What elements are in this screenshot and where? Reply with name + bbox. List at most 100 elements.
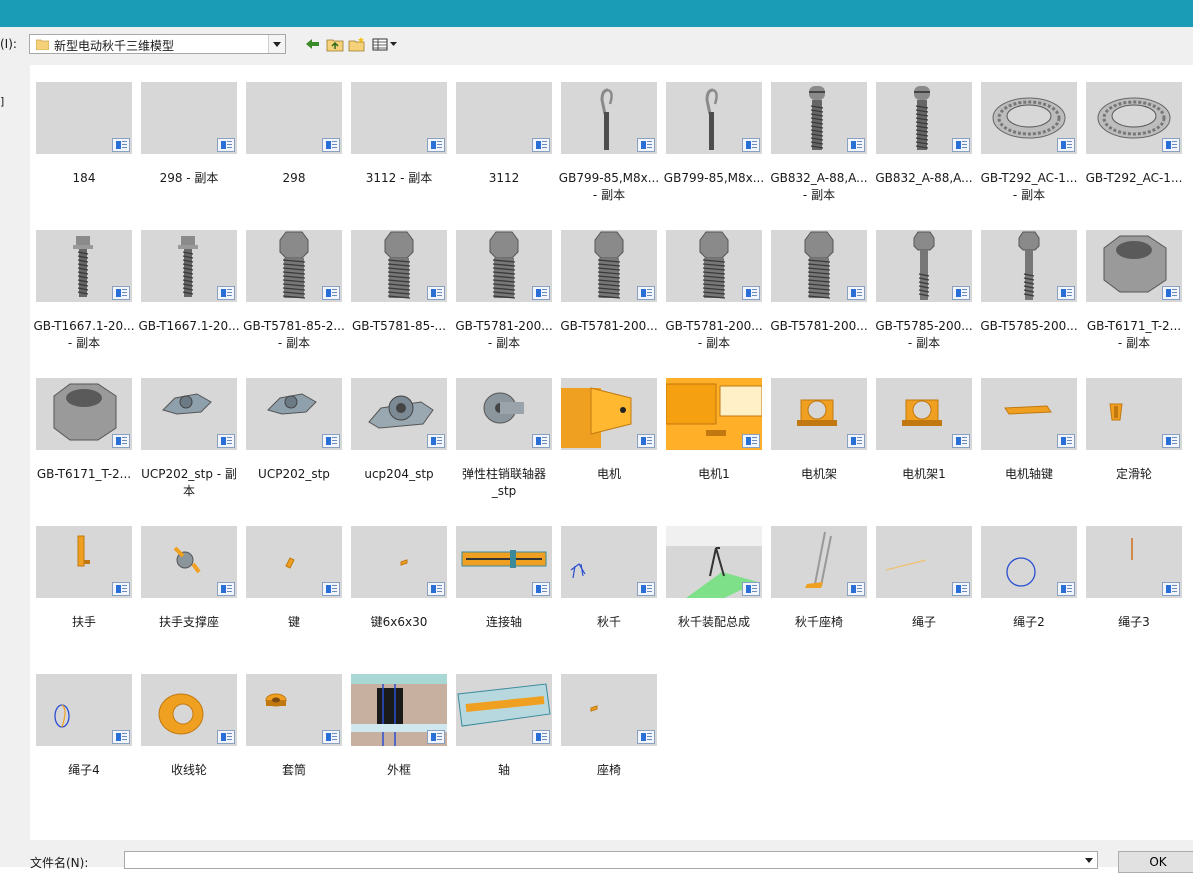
file-item[interactable]: GB-T292_AC-1... - 副本 <box>981 82 1077 222</box>
file-name: UCP202_stp <box>258 467 330 481</box>
file-item[interactable]: GB-T5781-85-... <box>351 230 447 370</box>
file-item[interactable]: 定滑轮 <box>1086 378 1182 518</box>
file-thumbnail <box>561 526 657 598</box>
file-item[interactable]: 套筒 <box>246 674 342 814</box>
file-name: GB799-85,M8x... <box>663 171 765 185</box>
file-name: 套筒 <box>281 763 306 777</box>
file-item[interactable]: 电机 <box>561 378 657 518</box>
file-item[interactable]: 连接轴 <box>456 526 552 666</box>
file-item[interactable]: 绳子3 <box>1086 526 1182 666</box>
file-thumbnail <box>141 230 237 302</box>
file-name: GB-T1667.1-20... <box>138 319 240 333</box>
file-item[interactable]: 外框 <box>351 674 447 814</box>
file-item[interactable]: GB-T5781-200... - 副本 <box>665 230 763 370</box>
file-item[interactable]: 298 <box>246 82 342 222</box>
file-item[interactable]: 秋千座椅 <box>771 526 867 666</box>
file-thumbnail <box>771 230 867 302</box>
places-bar-mark: ] <box>0 95 5 108</box>
file-thumbnail <box>141 82 237 154</box>
inventor-part-icon <box>217 730 235 744</box>
chevron-down-icon[interactable] <box>268 35 285 53</box>
file-name: 秋千座椅 <box>794 615 843 629</box>
file-item[interactable]: 绳子 <box>876 526 972 666</box>
file-name: 3112 <box>488 171 520 185</box>
file-item[interactable]: 键6x6x30 <box>351 526 447 666</box>
file-item[interactable]: 秋千 <box>561 526 657 666</box>
up-folder-icon[interactable] <box>326 36 344 53</box>
file-item[interactable]: GB-T6171_T-2... - 副本 <box>1086 230 1182 370</box>
ok-button[interactable]: OK <box>1118 851 1193 873</box>
file-item[interactable]: GB832_A-88,A... - 副本 <box>770 82 868 222</box>
file-item[interactable]: 3112 <box>456 82 552 222</box>
file-item[interactable]: 298 - 副本 <box>141 82 237 222</box>
inventor-part-icon <box>112 730 130 744</box>
file-item[interactable]: GB-T5785-200... <box>980 230 1078 370</box>
file-item[interactable]: UCP202_stp - 副 本 <box>141 378 237 518</box>
file-item[interactable]: 电机1 <box>666 378 762 518</box>
file-thumbnail <box>246 82 342 154</box>
file-item[interactable]: UCP202_stp <box>246 378 342 518</box>
file-thumbnail <box>1086 230 1182 302</box>
file-name: GB-T1667.1-20... - 副本 <box>33 319 135 350</box>
inventor-part-icon <box>742 286 760 300</box>
chevron-down-icon[interactable] <box>1082 852 1096 868</box>
file-item[interactable]: GB799-85,M8x... <box>664 82 764 222</box>
file-item[interactable]: 电机架1 <box>876 378 972 518</box>
file-item[interactable]: 绳子2 <box>981 526 1077 666</box>
inventor-part-icon <box>532 286 550 300</box>
look-in-dropdown[interactable]: 新型电动秋千三维模型 <box>29 34 286 54</box>
file-item[interactable]: 电机轴键 <box>981 378 1077 518</box>
view-menu-icon[interactable] <box>371 36 399 53</box>
file-item[interactable]: 键 <box>246 526 342 666</box>
file-thumbnail <box>246 378 342 450</box>
file-thumbnail <box>456 526 552 598</box>
file-name: GB832_A-88,A... - 副本 <box>770 171 868 202</box>
file-item[interactable]: 轴 <box>456 674 552 814</box>
file-item[interactable]: 扶手 <box>36 526 132 666</box>
file-item[interactable]: 电机架 <box>771 378 867 518</box>
file-name: 键 <box>287 615 300 629</box>
file-item[interactable]: GB-T1667.1-20... <box>138 230 240 370</box>
file-item[interactable]: 秋千装配总成 <box>666 526 762 666</box>
file-item[interactable]: 座椅 <box>561 674 657 814</box>
file-thumbnail <box>456 378 552 450</box>
file-name: 电机1 <box>698 467 730 481</box>
file-item[interactable]: GB832_A-88,A... <box>875 82 973 222</box>
file-thumbnail <box>141 526 237 598</box>
file-item[interactable]: GB-T5781-200... - 副本 <box>455 230 553 370</box>
file-item[interactable]: GB-T5781-200... <box>770 230 868 370</box>
file-item[interactable]: GB-T5785-200... - 副本 <box>875 230 973 370</box>
inventor-part-icon <box>637 582 655 596</box>
file-name: 298 <box>282 171 306 185</box>
file-thumbnail <box>561 378 657 450</box>
file-name: GB-T5785-200... <box>980 319 1078 333</box>
inventor-part-icon <box>532 434 550 448</box>
file-item[interactable]: GB-T5781-85-2... - 副本 <box>243 230 345 370</box>
file-item[interactable]: GB-T6171_T-2... <box>36 378 132 518</box>
inventor-part-icon <box>742 434 760 448</box>
file-thumbnail <box>876 82 972 154</box>
file-item[interactable]: GB-T292_AC-1... <box>1086 82 1182 222</box>
file-item[interactable]: 弹性柱销联轴器 _stp <box>456 378 552 518</box>
file-item[interactable]: 扶手支撑座 <box>141 526 237 666</box>
inventor-part-icon <box>952 138 970 152</box>
file-item[interactable]: 绳子4 <box>36 674 132 814</box>
inventor-part-icon <box>532 138 550 152</box>
inventor-part-icon <box>322 730 340 744</box>
inventor-part-icon <box>532 582 550 596</box>
back-arrow-icon[interactable] <box>304 36 322 53</box>
file-item[interactable]: 184 <box>36 82 132 222</box>
file-item[interactable]: GB-T5781-200... <box>560 230 658 370</box>
file-item[interactable]: 收线轮 <box>141 674 237 814</box>
file-item[interactable]: 3112 - 副本 <box>351 82 447 222</box>
inventor-part-icon <box>427 730 445 744</box>
file-name: 定滑轮 <box>1115 467 1152 481</box>
file-item[interactable]: GB-T1667.1-20... - 副本 <box>33 230 135 370</box>
new-folder-icon[interactable] <box>348 36 366 53</box>
file-item[interactable]: ucp204_stp <box>351 378 447 518</box>
inventor-part-icon <box>1057 434 1075 448</box>
filename-input[interactable] <box>124 851 1098 869</box>
file-item[interactable]: GB799-85,M8x... - 副本 <box>559 82 659 222</box>
file-list[interactable]: 184 298 - 副本 298 3112 - 副本 3112 GB799-85,M8x… <box>30 65 1193 840</box>
file-thumbnail <box>771 378 867 450</box>
